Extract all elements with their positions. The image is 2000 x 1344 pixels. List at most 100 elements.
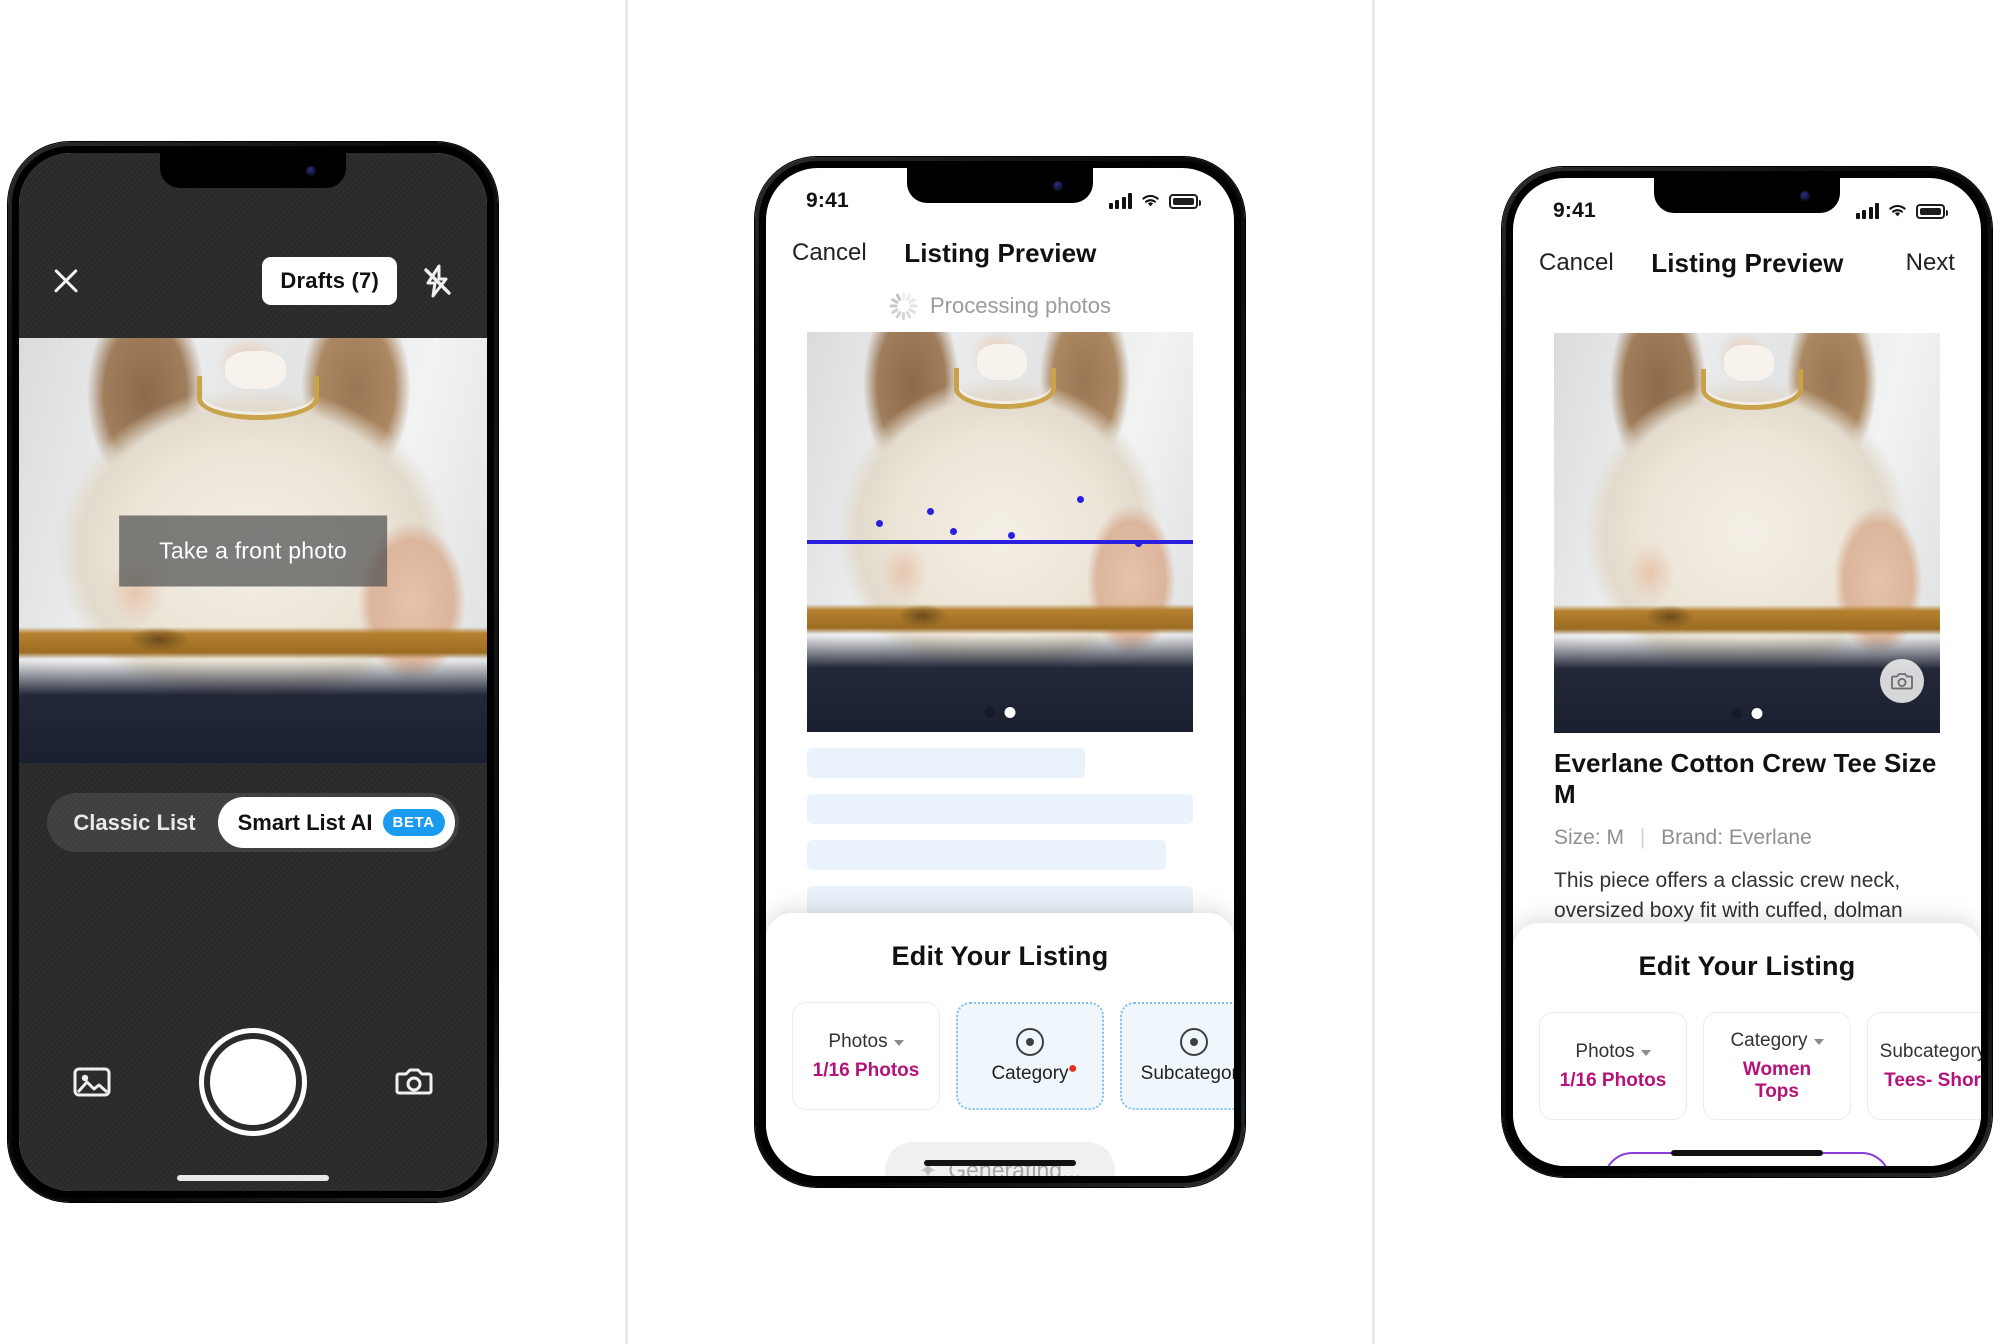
battery-icon xyxy=(1169,193,1201,209)
chevron-down-icon xyxy=(1813,1039,1824,1046)
screen-camera: Drafts (7) Take a front photo Classic Li xyxy=(19,153,487,1191)
status-icons xyxy=(1108,193,1201,209)
listing-size: Size: M xyxy=(1554,826,1625,849)
phone-camera-screen: Drafts (7) Take a front photo Classic Li xyxy=(8,142,498,1202)
camera-preview-photo: Take a front photo xyxy=(19,338,487,763)
cancel-button[interactable]: Cancel xyxy=(1539,249,1614,277)
chip-category-label: Category ● xyxy=(991,1060,1077,1085)
home-indicator xyxy=(177,1175,329,1181)
carousel-dot[interactable] xyxy=(984,707,996,718)
chip-category-value: Women Tops xyxy=(1742,1058,1812,1102)
three-phone-mockup: Drafts (7) Take a front photo Classic Li xyxy=(0,0,2000,1344)
status-icons xyxy=(1855,203,1948,219)
next-button[interactable]: Next xyxy=(1881,249,1955,277)
chip-subcategory-label: Subcategory xyxy=(1140,1062,1234,1084)
skeleton-line xyxy=(807,886,1193,916)
listing-title: Everlane Cotton Crew Tee Size M xyxy=(1554,748,1937,809)
skeleton-line xyxy=(807,794,1193,824)
phone-generated-screen: 9:41 Cancel Listing Preview Next Everlan… xyxy=(1502,167,1992,1177)
panel-divider-1 xyxy=(625,0,628,1344)
sheet-title: Edit Your Listing xyxy=(891,941,1109,971)
screen-generated: 9:41 Cancel Listing Preview Next Everlan… xyxy=(1513,178,1981,1166)
photo-carousel[interactable] xyxy=(1554,333,1940,733)
chip-photos-label: Photos xyxy=(828,1030,888,1052)
home-indicator xyxy=(924,1160,1076,1166)
flip-camera-icon[interactable] xyxy=(393,1061,435,1103)
home-indicator xyxy=(1671,1150,1823,1156)
shutter-button[interactable] xyxy=(204,1033,302,1131)
scan-point xyxy=(1007,532,1015,539)
capture-hint: Take a front photo xyxy=(119,515,387,586)
mode-toggle-row: Classic List Smart List AI BETA xyxy=(19,793,487,852)
chip-category[interactable]: Category Women Tops xyxy=(1703,1012,1851,1120)
scan-point xyxy=(926,508,934,515)
listing-meta: Size: M | Brand: Everlane xyxy=(1554,826,1940,850)
mode-option-classic[interactable]: Classic List xyxy=(51,798,217,848)
status-time: 9:41 xyxy=(806,189,849,212)
chip-subcategory-value: Tees- Short.. xyxy=(1884,1069,1981,1091)
attribute-chip-row[interactable]: Photos 1/16 Photos Category ● Subcatego xyxy=(766,972,1234,1110)
chip-subcategory[interactable]: Subcategory xyxy=(1120,1002,1234,1110)
front-camera-dot xyxy=(1053,181,1063,191)
wifi-icon xyxy=(1140,193,1161,209)
page-title: Listing Preview xyxy=(1651,247,1844,278)
camera-icon[interactable] xyxy=(1880,659,1924,703)
loading-spinner-icon xyxy=(889,292,917,320)
scan-point xyxy=(949,528,957,535)
beta-badge: BETA xyxy=(382,809,445,836)
edit-listing-sheet: Edit Your Listing Photos 1/16 Photos Cat… xyxy=(766,913,1234,1176)
meta-separator: | xyxy=(1639,826,1646,849)
navigation-bar: Cancel Listing Preview xyxy=(766,220,1234,286)
notch xyxy=(907,168,1093,203)
mode-toggle[interactable]: Classic List Smart List AI BETA xyxy=(47,793,459,852)
generating-button: ✦ Generating... xyxy=(884,1142,1116,1176)
notch xyxy=(160,153,346,188)
carousel-dot[interactable] xyxy=(1731,708,1743,719)
sheet-title: Edit Your Listing xyxy=(1638,951,1856,981)
front-camera-dot xyxy=(306,166,316,176)
carousel-dots xyxy=(1731,708,1763,719)
panel-divider-2 xyxy=(1372,0,1375,1344)
edit-listing-sheet: Edit Your Listing Photos 1/16 Photos Cat… xyxy=(1513,923,1981,1166)
chip-subcategory-label: Subcategory xyxy=(1879,1040,1981,1062)
generate-action-row: ✦ Generating... xyxy=(766,1110,1234,1176)
notch xyxy=(1654,178,1840,213)
photo-library-icon[interactable] xyxy=(71,1061,113,1103)
chip-photos-value: 1/16 Photos xyxy=(812,1059,920,1081)
wifi-icon xyxy=(1887,203,1908,219)
target-icon xyxy=(1016,1027,1044,1056)
mode-option-smart-label: Smart List AI xyxy=(237,809,373,835)
listing-brand: Brand: Everlane xyxy=(1661,826,1812,849)
chip-photos[interactable]: Photos 1/16 Photos xyxy=(792,1002,940,1110)
chip-subcategory[interactable]: Subcategory Tees- Short.. xyxy=(1867,1012,1981,1120)
chip-category-text: Category xyxy=(991,1062,1069,1084)
processing-status: Processing photos xyxy=(766,292,1234,320)
carousel-dot-active[interactable] xyxy=(1004,707,1016,718)
front-camera-dot xyxy=(1800,191,1810,201)
chip-photos[interactable]: Photos 1/16 Photos xyxy=(1539,1012,1687,1120)
attribute-chip-row[interactable]: Photos 1/16 Photos Category Women Tops S… xyxy=(1513,982,1981,1120)
status-time: 9:41 xyxy=(1553,199,1596,222)
skeleton-line xyxy=(807,748,1085,778)
chip-photos-label: Photos xyxy=(1575,1040,1635,1062)
mode-option-smart[interactable]: Smart List AI BETA xyxy=(217,797,455,848)
drafts-button[interactable]: Drafts (7) xyxy=(262,256,397,305)
chip-subcategory-header: Subcategory xyxy=(1880,1041,1981,1063)
camera-viewfinder: Drafts (7) Take a front photo Classic Li xyxy=(19,153,487,1191)
cellular-bars-icon xyxy=(1855,203,1879,219)
carousel-dot-active[interactable] xyxy=(1751,708,1763,719)
screen-processing: 9:41 Cancel Listing Preview Processing p… xyxy=(766,168,1234,1176)
required-asterisk: ● xyxy=(1067,1059,1078,1077)
battery-icon xyxy=(1916,203,1948,219)
chip-category[interactable]: Category ● xyxy=(956,1002,1104,1110)
chip-photos-header: Photos xyxy=(1575,1040,1651,1063)
flash-off-icon[interactable] xyxy=(417,261,457,301)
garment-photo xyxy=(807,332,1193,732)
chip-photos-header: Photos xyxy=(828,1030,904,1053)
close-icon[interactable] xyxy=(49,264,83,298)
photo-carousel-processing[interactable] xyxy=(807,332,1193,732)
cancel-button[interactable]: Cancel xyxy=(792,239,867,267)
processing-label: Processing photos xyxy=(930,293,1111,318)
carousel-dots xyxy=(984,707,1016,718)
chip-photos-value: 1/16 Photos xyxy=(1559,1069,1667,1091)
